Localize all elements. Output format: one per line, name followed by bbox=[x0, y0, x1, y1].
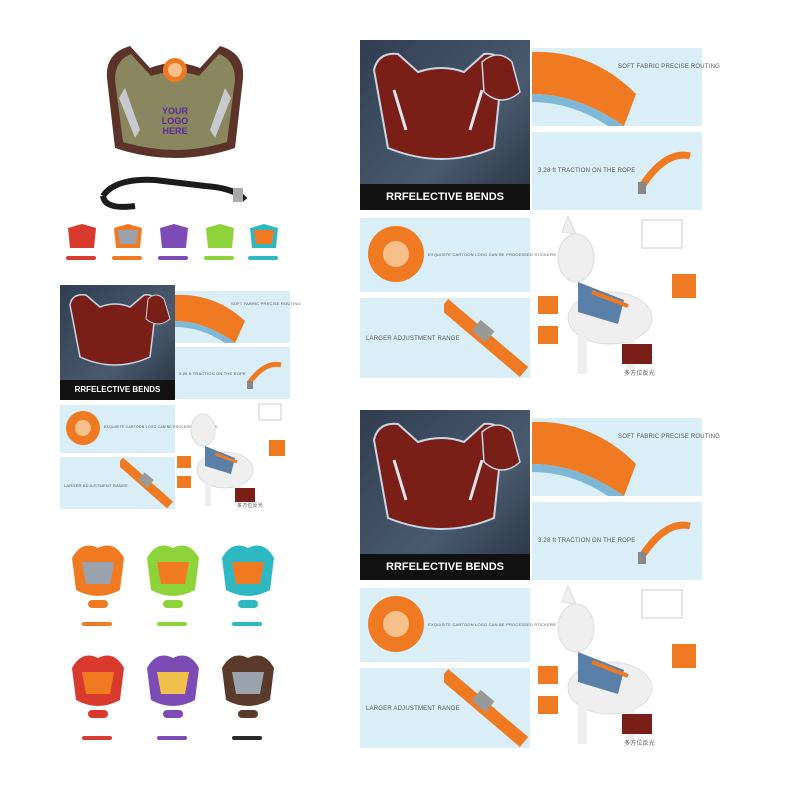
color-variants-row bbox=[62, 220, 290, 268]
detail-panel-small: RRFELECTIVE BENDS SOFT FABRIC PRECISE RO… bbox=[60, 285, 301, 512]
detail-panel-large-2: RRFELECTIVE BENDS SOFT FABRIC PRECISE RO… bbox=[360, 410, 720, 752]
logo-line-2: LOGO bbox=[161, 116, 189, 126]
chinese-label: 多方位反光 bbox=[237, 503, 264, 509]
sticker-panel: EXQUISITE CARTOON LOGO CAN BE PROCESSED … bbox=[60, 405, 217, 453]
fabric-panel: SOFT FABRIC PRECISE ROUTING bbox=[175, 291, 301, 343]
dog-mannequin-panel: 多方位反光 bbox=[532, 212, 702, 382]
adjust-panel: LARGER ADJUSTMENT RANGE bbox=[360, 668, 530, 748]
harness-red-reflective bbox=[372, 422, 521, 530]
variant-swatches bbox=[66, 224, 278, 260]
logo-badge: YOUR LOGO HERE bbox=[153, 106, 197, 136]
fabric-panel: SOFT FABRIC PRECISE ROUTING bbox=[532, 48, 720, 127]
fabric-label: SOFT FABRIC PRECISE ROUTING bbox=[618, 64, 720, 70]
leash-orange bbox=[638, 521, 691, 564]
grid-purple bbox=[147, 655, 199, 740]
dog-mannequin bbox=[538, 214, 696, 374]
traction-panel: 3.28 ft TRACTION ON THE ROPE bbox=[175, 347, 290, 399]
grid-teal bbox=[222, 545, 274, 626]
traction-label: 3.28 ft TRACTION ON THE ROPE bbox=[538, 538, 636, 544]
harness-red-reflective bbox=[372, 52, 521, 160]
variant-red bbox=[66, 224, 96, 260]
traction-panel: 3.28 ft TRACTION ON THE ROPE bbox=[532, 132, 702, 210]
adjust-label: LARGER ADJUSTMENT RANGE bbox=[64, 483, 129, 488]
variant-purple bbox=[158, 224, 188, 260]
leash-orange bbox=[638, 151, 691, 194]
grid-red bbox=[72, 655, 124, 740]
harness-color-grid bbox=[72, 545, 274, 740]
corgi-sticker bbox=[368, 596, 424, 652]
detail-panel-large-1: RRFELECTIVE BENDS SOFT FABRIC PRECISE RO… bbox=[360, 40, 720, 382]
fabric-label: SOFT FABRIC PRECISE ROUTING bbox=[231, 301, 301, 306]
fabric-panel: SOFT FABRIC PRECISE ROUTING bbox=[532, 418, 720, 496]
sticker-panel: EXQUISITE CARTOON LOGO CAN BE PROCESSED … bbox=[360, 218, 556, 292]
main-product-image: YOUR LOGO HERE bbox=[95, 38, 255, 213]
corgi-sticker bbox=[66, 411, 100, 445]
chinese-label: 多方位反光 bbox=[624, 371, 656, 377]
dog-mannequin bbox=[177, 403, 285, 506]
buckle-strap bbox=[444, 299, 529, 377]
leash-orange bbox=[246, 361, 282, 389]
traction-label: 3.28 ft TRACTION ON THE ROPE bbox=[538, 168, 636, 174]
grid-brown bbox=[222, 655, 274, 740]
sticker-panel: EXQUISITE CARTOON LOGO CAN BE PROCESSED … bbox=[360, 588, 556, 662]
variant-orange bbox=[112, 224, 142, 260]
traction-panel: 3.28 ft TRACTION ON THE ROPE bbox=[532, 502, 702, 580]
dog-mannequin-panel: 多方位反光 bbox=[532, 582, 702, 752]
buckle-strap bbox=[444, 669, 529, 747]
reflective-label: RRFELECTIVE BENDS bbox=[360, 184, 530, 210]
logo-line-1: YOUR bbox=[161, 106, 188, 116]
fabric-label: SOFT FABRIC PRECISE ROUTING bbox=[618, 434, 720, 440]
dog-mannequin bbox=[538, 584, 696, 744]
fabric-swatch-orange bbox=[175, 294, 245, 343]
reflective-label: RRFELECTIVE BENDS bbox=[60, 380, 175, 400]
fabric-swatch-orange bbox=[532, 51, 636, 127]
grid-orange bbox=[72, 545, 124, 626]
chinese-label: 多方位反光 bbox=[624, 741, 656, 747]
harness-grid bbox=[62, 530, 287, 755]
adjust-panel: LARGER ADJUSTMENT RANGE bbox=[360, 298, 530, 378]
variant-green bbox=[204, 224, 234, 260]
dog-mannequin-panel: 多方位反光 bbox=[175, 400, 290, 512]
traction-label: 3.28 ft TRACTION ON THE ROPE bbox=[179, 371, 246, 376]
adjust-panel: LARGER ADJUSTMENT RANGE bbox=[60, 457, 175, 509]
grid-green bbox=[147, 545, 199, 626]
logo-line-3: HERE bbox=[162, 126, 188, 136]
variant-teal bbox=[248, 224, 278, 260]
fabric-swatch-orange bbox=[532, 421, 636, 496]
corgi-sticker bbox=[368, 226, 424, 282]
harness-red-reflective bbox=[69, 293, 171, 366]
buckle-strap bbox=[120, 457, 173, 509]
reflective-label: RRFELECTIVE BENDS bbox=[360, 554, 530, 580]
